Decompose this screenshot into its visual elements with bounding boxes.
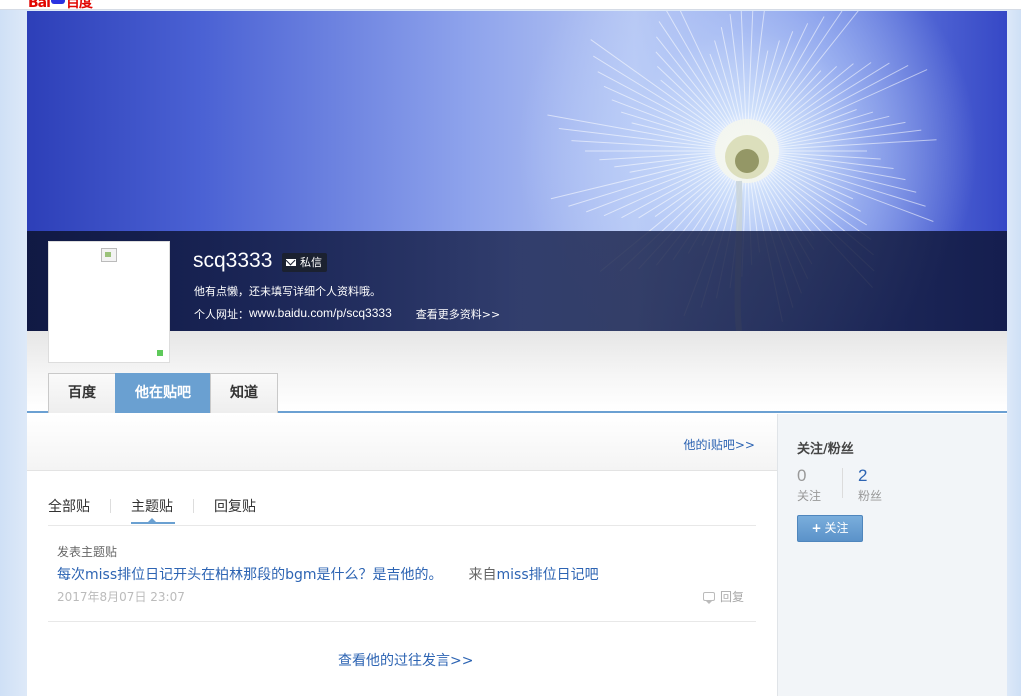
list-item: 每次miss排位日记开头在柏林那段的bgm是什么？是吉他的。 来自 miss排位… [57, 564, 599, 584]
online-status-icon [157, 350, 163, 356]
forum-link[interactable]: miss排位日记吧 [497, 564, 599, 584]
following-number: 0 [797, 466, 807, 485]
homepage-label: 个人网址： [194, 308, 249, 321]
post-time: 2017年8月07日 23:07 [57, 590, 185, 604]
profile-intro: 他有点懒，还未填写详细个人资料哦。 [194, 285, 381, 298]
from-label: 来自 [468, 567, 497, 583]
active-tab-caret-icon [147, 518, 157, 523]
tab-zhidao[interactable]: 知道 [210, 373, 278, 413]
follow-button-label: 关注 [824, 521, 849, 535]
divider [842, 468, 843, 498]
post-title-link[interactable]: 每次miss排位日记开头在柏林那段的bgm是什么？是吉他的。 [57, 564, 443, 584]
history-link[interactable]: 查看他的过往发言>> [338, 650, 473, 670]
comment-icon [703, 592, 715, 604]
fans-number: 2 [858, 466, 868, 485]
following-label: 关注 [797, 489, 822, 503]
fans-label: 粉丝 [858, 489, 883, 503]
profile-page: scq3333 私信 他有点懒，还未填写详细个人资料哦。 个人网址： www.b… [27, 11, 1007, 696]
private-message-button[interactable]: 私信 [282, 253, 327, 272]
follow-button[interactable]: + 关注 [797, 515, 863, 542]
reply-link[interactable]: 回复 [703, 588, 744, 605]
broken-image-icon [101, 248, 117, 262]
top-bar: Bai 百度 [0, 0, 1021, 11]
sidebar: 关注/粉丝 0 关注 2 粉丝 + 关注 [777, 414, 1007, 696]
profile-banner [27, 11, 1007, 331]
tab-tieba[interactable]: 他在贴吧 [115, 373, 211, 413]
pm-label: 私信 [300, 256, 322, 269]
tab-reply-posts[interactable]: 回复贴 [214, 496, 256, 524]
main-top-bar: 他的i贴吧>> [27, 414, 777, 471]
homepage-row: 个人网址： www.baidu.com/p/scq3333 查看更多资料>> [194, 306, 500, 322]
paw-icon [50, 0, 65, 4]
reply-label: 回复 [720, 590, 745, 604]
tab-baidu[interactable]: 百度 [48, 373, 116, 413]
divider [48, 525, 756, 526]
divider [48, 621, 756, 622]
username: scq3333 [193, 249, 273, 272]
tab-separator [193, 499, 194, 513]
ibar-link[interactable]: 他的i贴吧>> [684, 436, 755, 453]
logo-suffix: 百度 [65, 0, 93, 11]
avatar[interactable] [48, 241, 170, 363]
homepage-url[interactable]: www.baidu.com/p/scq3333 [249, 306, 392, 322]
post-type: 发表主题贴 [57, 545, 118, 559]
baidu-logo[interactable]: Bai 百度 [28, 0, 93, 11]
tab-separator [110, 499, 111, 513]
plus-icon: + [811, 521, 822, 535]
banner-overlay [27, 231, 1007, 331]
follow-fans-title: 关注/粉丝 [797, 442, 854, 457]
fans-count[interactable]: 2 粉丝 [858, 466, 882, 504]
product-tabs: 百度 他在贴吧 知道 [48, 373, 278, 413]
following-count[interactable]: 0 关注 [797, 466, 821, 504]
more-info-link[interactable]: 查看更多资料>> [416, 306, 500, 322]
logo-text: Bai [28, 0, 51, 11]
mail-icon [286, 259, 296, 266]
tab-all-posts[interactable]: 全部贴 [48, 496, 90, 524]
